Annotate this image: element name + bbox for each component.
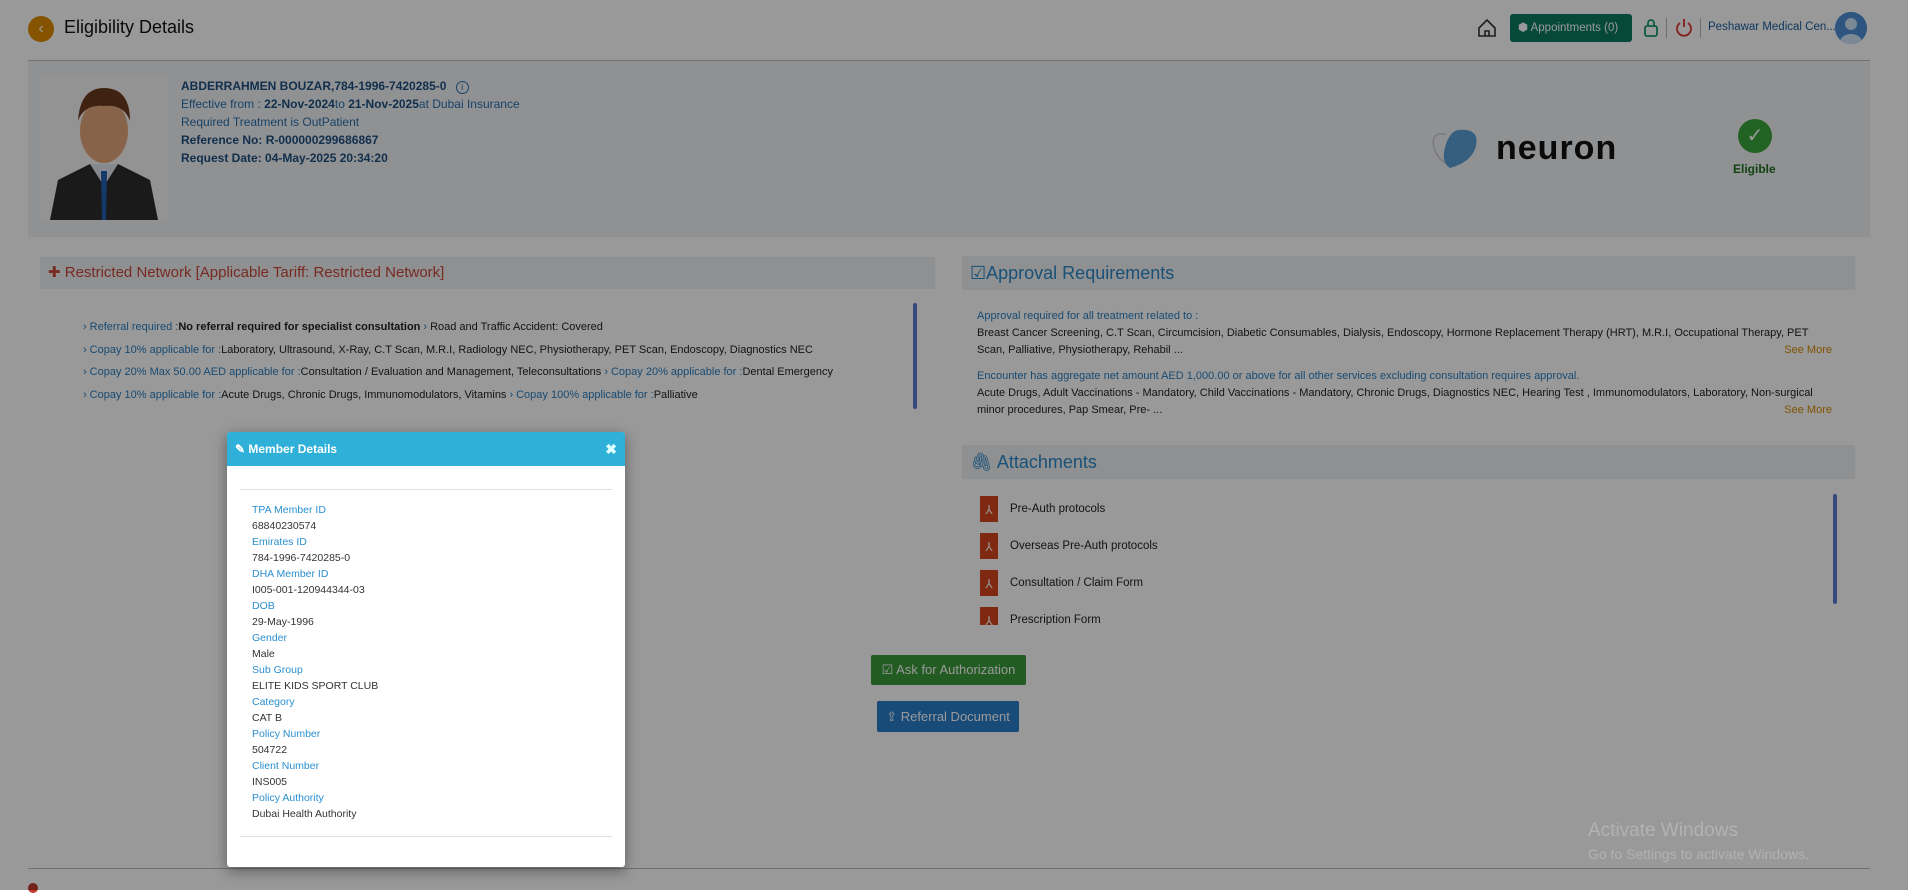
field-value: INS005: [252, 776, 288, 788]
edit-icon: ✎: [235, 442, 249, 456]
field-value: 29-May-1996: [252, 616, 314, 628]
field-value: 504722: [252, 744, 288, 756]
modal-header: ✎ Member Details ✖: [227, 432, 625, 466]
field-label: Policy Authority: [252, 792, 324, 804]
field-value: CAT B: [252, 712, 282, 724]
field-value: 68840230574: [252, 520, 317, 532]
windows-watermark: Activate Windows: [1588, 820, 1738, 841]
divider: [240, 489, 612, 490]
field-label: Emirates ID: [252, 536, 307, 548]
field-value: Male: [252, 648, 275, 660]
field-label: Policy Number: [252, 728, 321, 740]
field-value: 784-1996-7420285-0: [252, 552, 351, 564]
field-value: I005-001-120944344-03: [252, 584, 365, 596]
field-value: ELITE KIDS SPORT CLUB: [252, 680, 379, 692]
field-label: TPA Member ID: [252, 504, 326, 516]
field-label: Client Number: [252, 760, 320, 772]
close-icon[interactable]: ✖: [605, 432, 617, 466]
field-label: Sub Group: [252, 664, 303, 676]
member-details-modal: ✎ Member Details ✖ TPA Member ID 688402305…: [227, 432, 625, 867]
field-label: DOB: [252, 600, 275, 612]
field-value: Dubai Health Authority: [252, 808, 357, 820]
member-fields: TPA Member ID 68840230574 Emirates ID 784-1…: [252, 502, 378, 822]
field-label: Category: [252, 696, 295, 708]
divider: [240, 836, 612, 837]
field-label: DHA Member ID: [252, 568, 329, 580]
field-label: Gender: [252, 632, 288, 644]
windows-watermark-sub: Go to Settings to activate Windows.: [1588, 846, 1809, 862]
